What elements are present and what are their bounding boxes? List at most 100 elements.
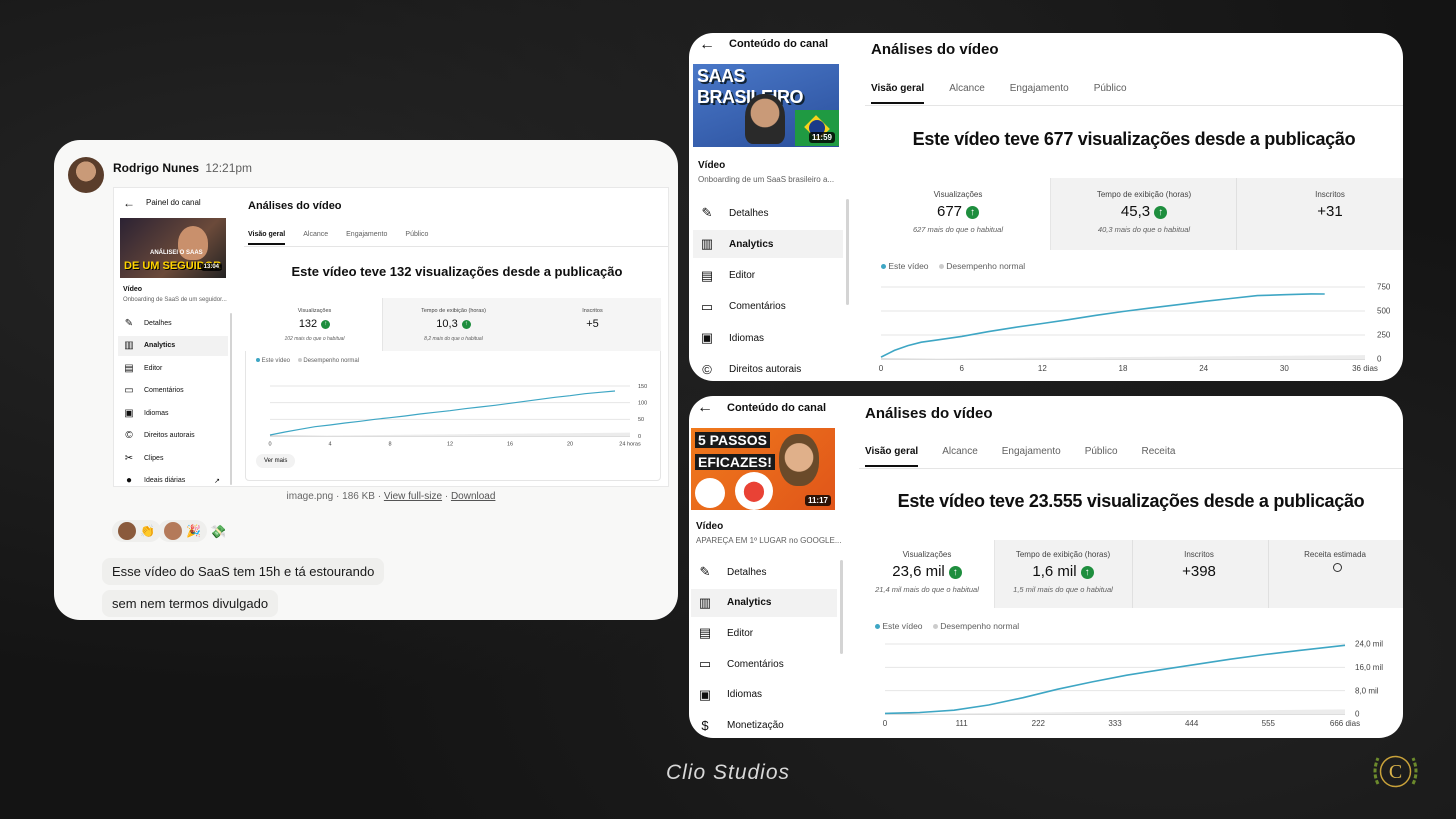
- metric-card-3[interactable]: Receita estimada: [1267, 550, 1403, 582]
- back-arrow-icon[interactable]: ←: [123, 196, 135, 210]
- tab-audience[interactable]: Público: [1085, 446, 1118, 467]
- sidebar-item-coment-rios[interactable]: ▭ Comentários: [691, 650, 837, 678]
- attachment-name: image.png: [286, 491, 334, 502]
- metric-label: Visualizações: [902, 550, 952, 559]
- arrow-up-icon: ↑: [1154, 205, 1168, 219]
- normal-performance-band: [881, 355, 1365, 359]
- copyright-icon: ©: [125, 430, 133, 441]
- video-title: APAREÇA EM 1º LUGAR no GOOGLE...: [696, 536, 842, 545]
- editor-icon: ▤: [124, 362, 134, 374]
- sidebar-item-detalhes[interactable]: ✎ Detalhes: [118, 313, 228, 333]
- sidebar-item-direitos-autorais[interactable]: © Direitos autorais: [118, 426, 228, 446]
- back-link[interactable]: Conteúdo do canal: [729, 38, 828, 50]
- metric-label: Receita estimada: [1304, 550, 1366, 559]
- reaction-clap[interactable]: 👏: [112, 520, 161, 542]
- metric-value: 1,6 mil: [1032, 563, 1077, 580]
- tab-engagement[interactable]: Engajamento: [1010, 83, 1069, 104]
- y-tick-label: 50: [638, 417, 644, 423]
- sidebar-item-idiomas[interactable]: ▣ Idiomas: [118, 403, 228, 423]
- sidebar-item-analytics[interactable]: ▥ Analytics: [118, 335, 228, 356]
- sidebar-item-label: Detalhes: [144, 319, 172, 327]
- sidebar-item-label: Ideais diárias: [144, 477, 186, 484]
- legend-this-video: Este vídeo: [888, 261, 929, 271]
- embedded-image[interactable]: ← Painel do canal Análises do vídeo Visã…: [113, 187, 669, 487]
- sidebar-item-direitos-autorais[interactable]: © Direitos autorais: [693, 356, 843, 382]
- legend-normal: Desempenho normal: [940, 621, 1020, 631]
- logo-letter: C: [1389, 761, 1402, 783]
- reaction-party[interactable]: 🎉: [158, 520, 207, 542]
- metric-card-2[interactable]: Inscritos +31: [1237, 190, 1403, 225]
- see-more-button[interactable]: Ver mais: [256, 454, 296, 468]
- chat-message: sem nem termos divulgado: [102, 590, 279, 617]
- tab-revenue[interactable]: Receita: [1142, 446, 1176, 467]
- tab-reach[interactable]: Alcance: [303, 231, 328, 245]
- sidebar-item-detalhes[interactable]: ✎ Detalhes: [693, 199, 843, 227]
- back-arrow-icon[interactable]: ←: [699, 36, 715, 54]
- x-tick-label: 0: [879, 364, 884, 373]
- metric-card-0[interactable]: Visualizações 677 ↑ 627 mais do que o habit…: [865, 190, 1051, 234]
- analytics-icon: ▥: [124, 340, 134, 351]
- metric-card-2[interactable]: Inscritos +5: [523, 308, 662, 336]
- series-line-this-video: [884, 644, 1346, 715]
- sidebar-item-label: Detalhes: [729, 207, 769, 219]
- tab-bar: Visão geral Alcance Engajamento Público: [248, 231, 428, 245]
- tab-engagement[interactable]: Engajamento: [346, 231, 387, 245]
- video-thumbnail[interactable]: ANÁLISEI O SAAS DE UM SEGUIDOR 13:04: [120, 218, 226, 278]
- view-full-size-link[interactable]: View full-size: [384, 491, 442, 502]
- thumbnail-caption: 5 PASSOS: [695, 432, 770, 448]
- sidebar-item-clipes[interactable]: ✂ Clipes: [118, 448, 228, 468]
- sidebar-item-idiomas[interactable]: ▣ Idiomas: [691, 681, 837, 709]
- sidebar-item-editor[interactable]: ▤ Editor: [118, 358, 228, 378]
- video-thumbnail[interactable]: 5 PASSOS EFICAZES! ⬤ 11:17: [691, 428, 835, 510]
- metric-card-1[interactable]: Tempo de exibição (horas) 1,6 mil ↑ 1,5 mil…: [995, 550, 1131, 594]
- back-link[interactable]: Conteúdo do canal: [727, 402, 826, 414]
- sidebar-item-coment-rios[interactable]: ▭ Comentários: [118, 381, 228, 401]
- legend-dot-normal: [297, 358, 302, 363]
- legend-normal: Desempenho normal: [946, 261, 1026, 271]
- metric-card-0[interactable]: Visualizações 132 ↑ 102 mais do que o habit…: [245, 308, 384, 342]
- add-reaction-button[interactable]: 💸: [210, 524, 226, 540]
- back-arrow-icon[interactable]: ←: [697, 399, 713, 417]
- google-maps-icon: ⬤: [735, 472, 773, 510]
- sidebar-item-idiomas[interactable]: ▣ Idiomas: [693, 324, 843, 352]
- message-author[interactable]: Rodrigo Nunes: [113, 161, 199, 175]
- tab-engagement[interactable]: Engajamento: [1002, 446, 1061, 467]
- sidebar-item-label: Idiomas: [729, 332, 765, 344]
- tab-audience[interactable]: Público: [1094, 83, 1127, 104]
- sidebar-item-detalhes[interactable]: ✎ Detalhes: [691, 558, 837, 586]
- metric-label: Tempo de exibição (horas): [1096, 190, 1192, 199]
- tab-reach[interactable]: Alcance: [942, 446, 978, 467]
- sidebar-scrollbar[interactable]: [846, 199, 849, 305]
- tab-overview[interactable]: Visão geral: [248, 231, 286, 245]
- sidebar-scrollbar[interactable]: [840, 560, 843, 654]
- sidebar-item-monetiza-o[interactable]: $ Monetização: [691, 712, 837, 739]
- avatar[interactable]: [68, 157, 104, 193]
- brand-footer: Clio Studios: [665, 761, 791, 784]
- sidebar-scrollbar[interactable]: [230, 313, 232, 485]
- metric-label: Inscritos: [1184, 550, 1214, 559]
- metric-card-1[interactable]: Tempo de exibição (horas) 45,3 ↑ 40,3 mais …: [1051, 190, 1237, 234]
- analytics-icon: ▥: [698, 594, 712, 610]
- sidebar-item-analytics[interactable]: ▥ Analytics: [693, 230, 843, 259]
- series-line-this-video: [880, 293, 1325, 358]
- sidebar-item-editor[interactable]: ▤ Editor: [693, 262, 843, 290]
- tab-reach[interactable]: Alcance: [949, 83, 985, 104]
- tab-audience[interactable]: Público: [405, 231, 428, 245]
- download-link[interactable]: Download: [451, 491, 495, 502]
- metric-card-0[interactable]: Visualizações 23,6 mil ↑ 21,4 mil mais do q…: [859, 550, 995, 594]
- sidebar-item-analytics[interactable]: ▥ Analytics: [691, 588, 837, 617]
- back-link[interactable]: Painel do canal: [146, 198, 201, 207]
- video-thumbnail[interactable]: SAAS BRASILEIRO 11:59: [693, 64, 839, 147]
- x-tick-label: 0: [268, 442, 271, 448]
- sidebar-item-label: Comentários: [729, 301, 786, 313]
- sidebar-item-editor[interactable]: ▤ Editor: [691, 619, 837, 647]
- sidebar-item-coment-rios[interactable]: ▭ Comentários: [693, 293, 843, 321]
- metric-card-1[interactable]: Tempo de exibição (horas) 10,3 ↑ 8,2 mais d…: [384, 308, 523, 342]
- sidebar-item-ideais-di-rias[interactable]: ● Ideais diárias ↗: [118, 471, 228, 486]
- tab-overview[interactable]: Visão geral: [871, 83, 925, 104]
- metric-card-2[interactable]: Inscritos +398: [1131, 550, 1267, 585]
- scissors-icon: ✂: [124, 452, 134, 464]
- video-duration: 11:17: [804, 495, 831, 506]
- tab-overview[interactable]: Visão geral: [865, 446, 919, 467]
- metric-value: +5: [586, 318, 599, 330]
